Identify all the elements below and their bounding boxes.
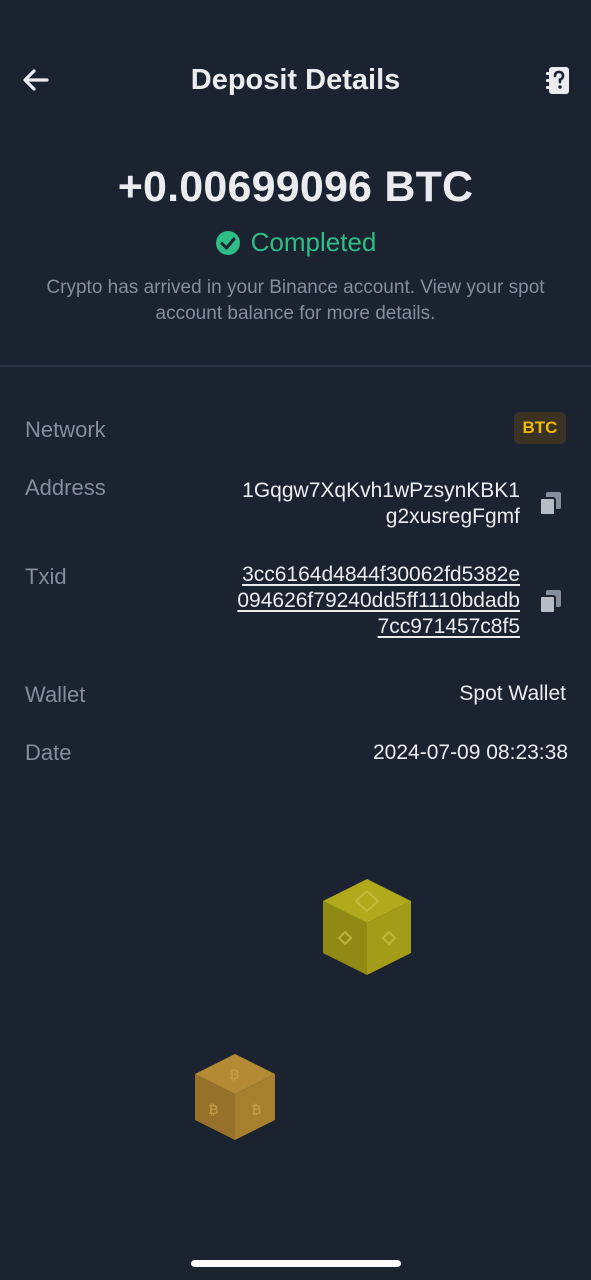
txid-line-2[interactable]: 094626f79240dd5ff1110bdadb bbox=[190, 588, 520, 614]
address-line-2: g2xusregFgmf bbox=[385, 505, 520, 528]
top-bar: Deposit Details bbox=[0, 0, 591, 165]
copy-icon bbox=[539, 590, 561, 614]
status-description: Crypto has arrived in your Binance accou… bbox=[46, 277, 545, 324]
svg-text:₿: ₿ bbox=[251, 1103, 262, 1118]
txid-line-3[interactable]: 7cc971457c8f5 bbox=[190, 614, 520, 640]
txid-value[interactable]: 3cc6164d4844f30062fd5382e 094626f79240dd… bbox=[190, 562, 520, 640]
check-circle-icon bbox=[215, 230, 240, 255]
svg-text:₿: ₿ bbox=[208, 1103, 219, 1118]
address-value: 1Gqgw7XqKvh1wPzsynKBK1 g2xusregFgmf bbox=[190, 478, 520, 530]
svg-text:₿: ₿ bbox=[229, 1068, 240, 1083]
help-button[interactable] bbox=[542, 64, 574, 98]
network-badge: BTC bbox=[514, 412, 566, 444]
wallet-value: Spot Wallet bbox=[459, 682, 566, 705]
page-title: Deposit Details bbox=[190, 64, 401, 96]
home-indicator[interactable] bbox=[191, 1260, 401, 1267]
copy-icon bbox=[539, 492, 561, 516]
status-row: Completed bbox=[0, 227, 591, 258]
address-line-1: 1Gqgw7XqKvh1wPzsynKBK1 bbox=[242, 479, 520, 502]
txid-line-1[interactable]: 3cc6164d4844f30062fd5382e bbox=[190, 562, 520, 588]
copy-txid-button[interactable] bbox=[537, 588, 565, 616]
copy-address-button[interactable] bbox=[537, 490, 565, 518]
address-label: Address bbox=[25, 475, 106, 500]
divider bbox=[0, 365, 591, 367]
date-label: Date bbox=[25, 740, 72, 765]
txid-label: Txid bbox=[25, 564, 67, 589]
bitcoin-cube-decoration-small: ₿ ₿ ₿ bbox=[195, 1054, 275, 1140]
deposit-amount: +0.00699096 BTC bbox=[117, 163, 474, 211]
help-document-icon bbox=[546, 67, 569, 94]
binance-cube-decoration-large bbox=[323, 879, 411, 975]
wallet-label: Wallet bbox=[25, 682, 86, 707]
status-text: Completed bbox=[250, 227, 377, 257]
date-value: 2024-07-09 08:23:38 bbox=[373, 741, 568, 764]
network-label: Network bbox=[25, 417, 106, 442]
